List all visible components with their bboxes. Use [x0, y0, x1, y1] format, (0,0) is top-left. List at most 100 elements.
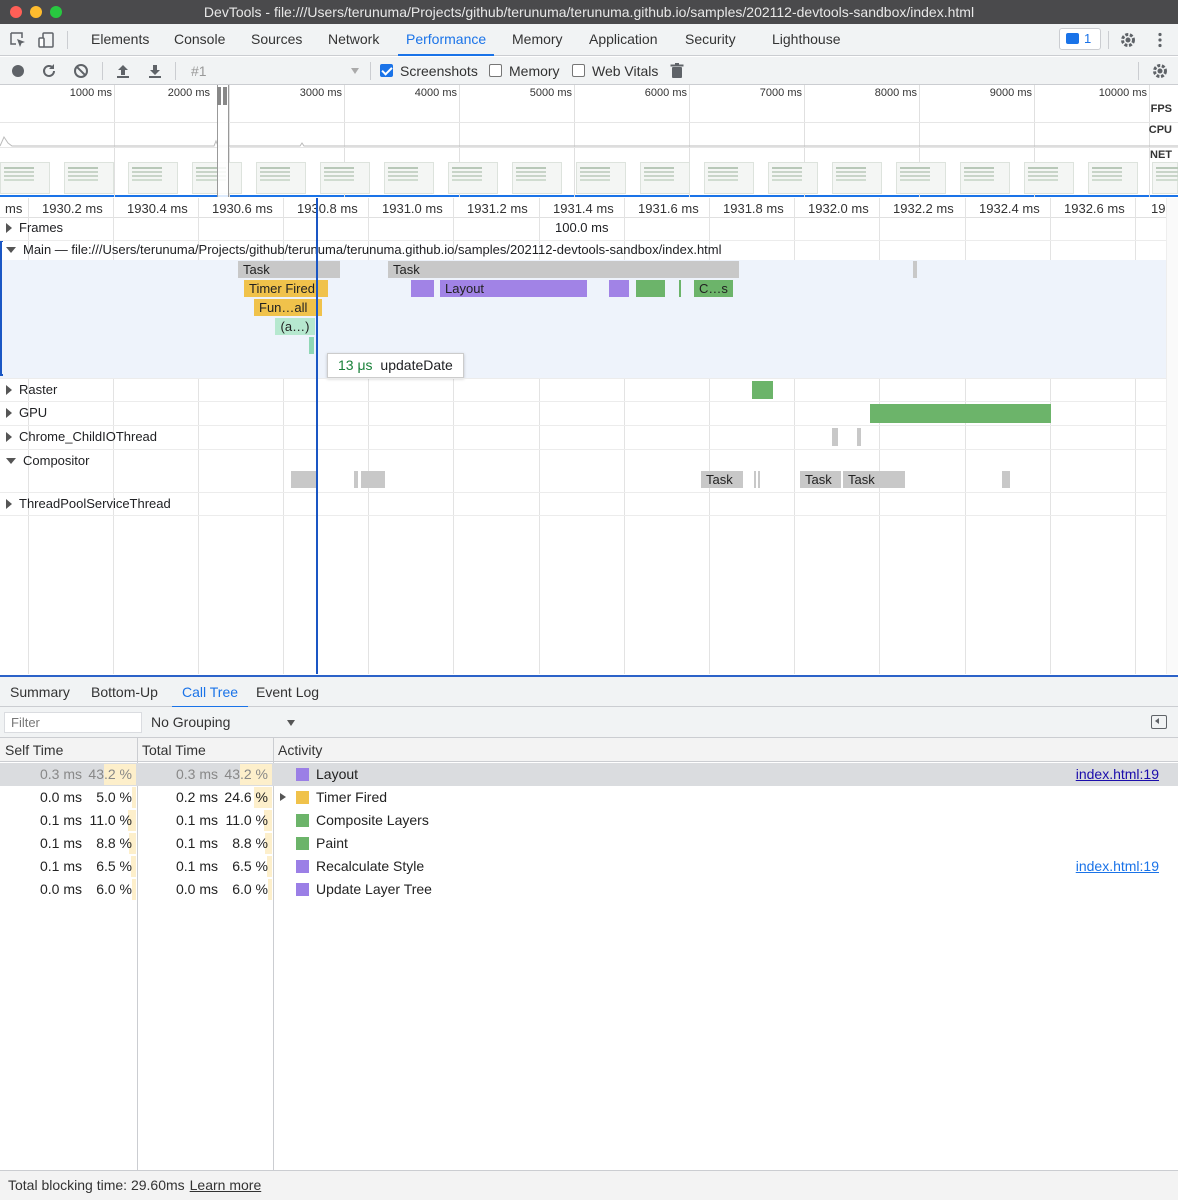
call-tree-row[interactable]: 0.1 ms 8.8 % 0.1 ms 8.8 % Paint: [0, 832, 1178, 855]
source-link[interactable]: index.html:19: [1076, 763, 1159, 786]
close-window-button[interactable]: [10, 6, 22, 18]
call-tree-row[interactable]: 0.1 ms 6.5 % 0.1 ms 6.5 % Recalculate St…: [0, 855, 1178, 878]
childio-track[interactable]: Chrome_ChildIOThread: [0, 426, 1166, 449]
threadpool-track[interactable]: ThreadPoolServiceThread: [0, 493, 1166, 515]
screenshot-thumbnail[interactable]: [128, 162, 178, 194]
screenshot-thumbnail[interactable]: [0, 162, 50, 194]
inspect-element-icon[interactable]: [9, 31, 27, 49]
main-track-header[interactable]: Main — file:///Users/terunuma/Projects/g…: [6, 242, 722, 257]
compositor-task[interactable]: [1002, 471, 1010, 488]
screenshot-thumbnail[interactable]: [448, 162, 498, 194]
screenshot-thumbnail[interactable]: [896, 162, 946, 194]
screenshot-thumbnail[interactable]: [320, 162, 370, 194]
tab-summary[interactable]: Summary: [10, 677, 70, 707]
screenshots-checkbox[interactable]: [380, 64, 393, 77]
tab-event-log[interactable]: Event Log: [256, 677, 319, 707]
overview-right-handle[interactable]: [223, 87, 227, 105]
settings-gear-icon[interactable]: [1119, 31, 1137, 49]
timeline-overview[interactable]: 1000 ms 2000 ms 3000 ms 4000 ms 5000 ms …: [0, 85, 1178, 197]
compositor-task[interactable]: Task: [701, 471, 743, 488]
screenshot-thumbnail[interactable]: [512, 162, 562, 194]
gpu-track-header[interactable]: GPU: [6, 405, 47, 420]
filter-input[interactable]: [4, 712, 142, 733]
flame-task[interactable]: Task: [238, 261, 340, 278]
overview-left-handle[interactable]: [217, 87, 221, 105]
gpu-track[interactable]: GPU: [0, 402, 1166, 425]
tab-performance[interactable]: Performance: [397, 24, 495, 56]
raster-track-header[interactable]: Raster: [6, 382, 57, 397]
threadpool-track-header[interactable]: ThreadPoolServiceThread: [6, 496, 171, 511]
childio-track-header[interactable]: Chrome_ChildIOThread: [6, 429, 157, 444]
flame-update-date[interactable]: [309, 337, 314, 354]
screenshot-thumbnail[interactable]: [832, 162, 882, 194]
screenshot-thumbnail[interactable]: [1088, 162, 1138, 194]
tab-elements[interactable]: Elements: [91, 24, 149, 55]
tab-bottom-up[interactable]: Bottom-Up: [91, 677, 158, 707]
tab-console[interactable]: Console: [174, 24, 225, 55]
learn-more-link[interactable]: Learn more: [190, 1177, 262, 1193]
flame-task[interactable]: Task: [388, 261, 739, 278]
download-profile-icon[interactable]: [146, 62, 164, 80]
screenshot-thumbnail[interactable]: [256, 162, 306, 194]
screenshot-thumbnail[interactable]: [1152, 162, 1178, 194]
flame-task-small[interactable]: [913, 261, 917, 278]
screenshot-thumbnail[interactable]: [1024, 162, 1074, 194]
tab-security[interactable]: Security: [685, 24, 736, 55]
clear-icon[interactable]: [72, 62, 90, 80]
flame-function-call[interactable]: Fun…all: [254, 299, 322, 316]
compositor-task[interactable]: Task: [800, 471, 841, 488]
screenshot-thumbnail[interactable]: [960, 162, 1010, 194]
frames-track[interactable]: Frames 100.0 ms: [0, 218, 1166, 240]
flame-anonymous[interactable]: (a…): [275, 318, 315, 335]
column-activity[interactable]: Activity: [278, 742, 322, 758]
compositor-task[interactable]: [354, 471, 358, 488]
upload-profile-icon[interactable]: [114, 62, 132, 80]
profile-select[interactable]: #1: [191, 62, 207, 80]
tab-call-tree[interactable]: Call Tree: [171, 677, 249, 708]
source-link[interactable]: index.html:19: [1076, 855, 1159, 878]
childio-task[interactable]: [832, 428, 838, 446]
screenshot-thumbnail[interactable]: [64, 162, 114, 194]
issues-badge[interactable]: 1: [1059, 28, 1101, 50]
grouping-select[interactable]: No Grouping: [151, 714, 230, 730]
overview-selection-window[interactable]: [217, 85, 229, 197]
flame-composite-layers[interactable]: C…s: [694, 280, 733, 297]
tab-sources[interactable]: Sources: [251, 24, 302, 55]
flame-paint[interactable]: [636, 280, 665, 297]
raster-track[interactable]: Raster: [0, 379, 1166, 401]
main-track-header-row[interactable]: Main — file:///Users/terunuma/Projects/g…: [0, 241, 1166, 260]
compositor-task[interactable]: [361, 471, 385, 488]
compositor-track-header[interactable]: Compositor: [6, 453, 89, 468]
chevron-down-icon[interactable]: [351, 68, 359, 74]
flame-paint-small[interactable]: [679, 280, 681, 297]
more-options-icon[interactable]: [1151, 31, 1169, 49]
compositor-track[interactable]: Compositor Task Task Task: [0, 450, 1166, 492]
trash-icon[interactable]: [668, 62, 686, 80]
raster-task[interactable]: [752, 381, 773, 399]
compositor-task[interactable]: Task: [843, 471, 905, 488]
compositor-task[interactable]: [754, 471, 756, 488]
compositor-task[interactable]: [291, 471, 317, 488]
memory-checkbox[interactable]: [489, 64, 502, 77]
compositor-task[interactable]: [758, 471, 760, 488]
reload-record-icon[interactable]: [40, 62, 58, 80]
minimize-window-button[interactable]: [30, 6, 42, 18]
gpu-task[interactable]: [870, 404, 1051, 423]
maximize-window-button[interactable]: [50, 6, 62, 18]
flame-update-layer-tree[interactable]: [609, 280, 629, 297]
column-self-time[interactable]: Self Time: [5, 742, 63, 758]
tab-lighthouse[interactable]: Lighthouse: [772, 24, 841, 55]
flame-layout[interactable]: Layout: [440, 280, 587, 297]
childio-task[interactable]: [857, 428, 861, 446]
web-vitals-checkbox[interactable]: [572, 64, 585, 77]
toggle-sidebar-icon[interactable]: [1151, 715, 1167, 729]
capture-settings-gear-icon[interactable]: [1151, 62, 1169, 80]
screenshot-thumbnail[interactable]: [576, 162, 626, 194]
tab-memory[interactable]: Memory: [512, 24, 563, 55]
tab-network[interactable]: Network: [328, 24, 379, 55]
timeline-scrollbar[interactable]: [1166, 198, 1178, 674]
screenshot-thumbnail[interactable]: [384, 162, 434, 194]
screenshot-thumbnail[interactable]: [640, 162, 690, 194]
screenshot-thumbnail[interactable]: [768, 162, 818, 194]
expand-row-arrow-icon[interactable]: [280, 793, 286, 801]
